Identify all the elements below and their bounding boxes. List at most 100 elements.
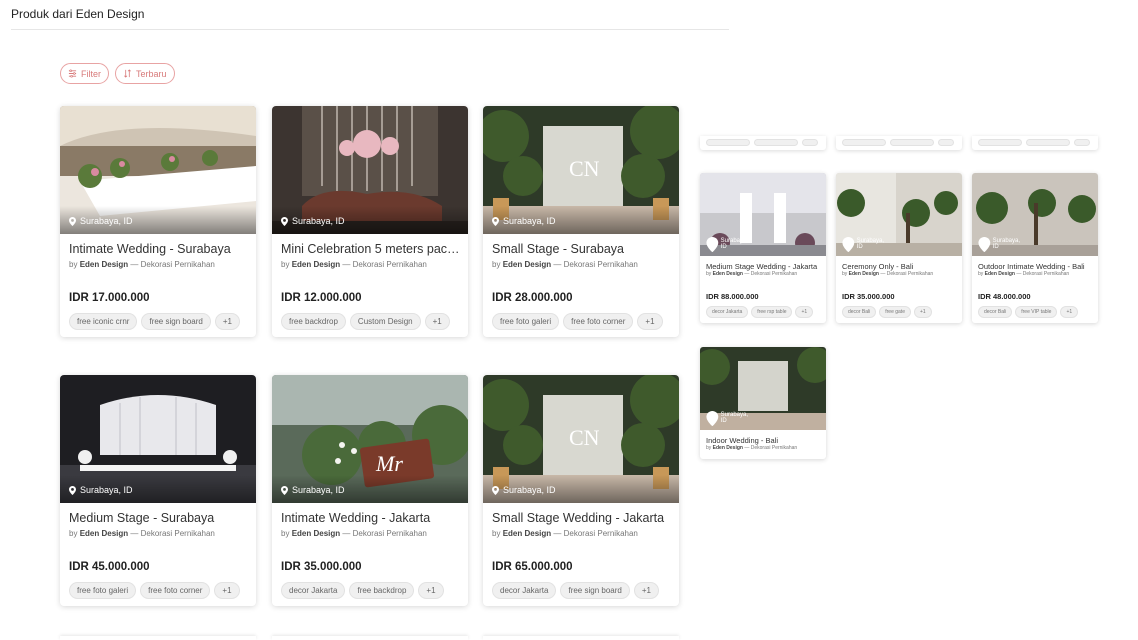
card-partial xyxy=(972,136,1098,150)
vendor-link[interactable]: Eden Design xyxy=(849,271,879,277)
separator: — xyxy=(744,445,750,451)
tag: free sign board xyxy=(560,582,630,599)
product-card[interactable]: Mr Surabaya, ID Intimate Wedding - Jakar… xyxy=(272,375,468,606)
product-location: Surabaya, ID xyxy=(281,485,345,495)
location-text: Surabaya, ID xyxy=(80,485,133,495)
product-card-small[interactable]: Surabaya, ID Outdoor Intimate Wedding - … xyxy=(972,173,1098,323)
tag: +1 xyxy=(1060,306,1079,318)
product-image[interactable]: Surabaya, ID xyxy=(700,347,826,430)
filter-label: Filter xyxy=(81,68,101,79)
product-image[interactable]: CN Surabaya, ID xyxy=(483,375,679,503)
tag: free VIP table xyxy=(1015,306,1058,318)
product-image[interactable]: Surabaya, ID xyxy=(700,173,826,256)
by-label: by xyxy=(492,529,501,538)
card-partial xyxy=(700,136,826,150)
product-title[interactable]: Indoor Wedding - Bali xyxy=(706,436,821,445)
separator: — xyxy=(1016,271,1022,277)
product-price: IDR 88.000.000 xyxy=(706,292,759,301)
by-label: by xyxy=(842,271,848,277)
tag: +1 xyxy=(424,313,450,330)
product-title[interactable]: Outdoor Intimate Wedding - Bali xyxy=(978,262,1093,271)
location-pin-icon xyxy=(69,216,76,226)
tag: free sign board xyxy=(141,313,211,330)
product-title[interactable]: Medium Stage - Surabaya xyxy=(69,511,248,525)
sort-label: Terbaru xyxy=(136,68,167,79)
product-card-small[interactable]: Surabaya, ID Medium Stage Wedding - Jaka… xyxy=(700,173,826,323)
product-image[interactable]: CN Surabaya, ID xyxy=(483,106,679,234)
vendor-link[interactable]: Eden Design xyxy=(503,260,551,269)
product-card-small[interactable]: Surabaya, ID Indoor Wedding - Bali by Ed… xyxy=(700,347,826,459)
location-text: Surabaya, ID xyxy=(292,216,345,226)
product-vendor-line: by Eden Design — Dekorasi Pernikahan xyxy=(842,271,933,277)
by-label: by xyxy=(281,260,290,269)
tag: +1 xyxy=(913,306,932,318)
product-card-small[interactable]: Surabaya, ID Ceremony Only - Bali by Ede… xyxy=(836,173,962,323)
product-title[interactable]: Intimate Wedding - Surabaya xyxy=(69,242,248,256)
product-title[interactable]: Mini Celebration 5 meters package - Sura… xyxy=(281,242,460,256)
product-vendor-line: by Eden Design — Dekorasi Pernikahan xyxy=(281,260,427,269)
by-label: by xyxy=(492,260,501,269)
product-image[interactable]: Surabaya, ID xyxy=(272,106,468,234)
product-price: IDR 35.000.000 xyxy=(281,561,362,573)
product-title[interactable]: Small Stage Wedding - Jakarta xyxy=(492,511,671,525)
tag: free gate xyxy=(879,306,911,318)
tag: free rsp table xyxy=(751,306,793,318)
product-image[interactable]: Surabaya, ID xyxy=(836,173,962,256)
tag-list: free foto galeri free foto corner +1 xyxy=(492,313,663,330)
product-vendor-line: by Eden Design — Dekorasi Pernikahan xyxy=(492,529,638,538)
tag: free foto galeri xyxy=(69,582,137,599)
vendor-link[interactable]: Eden Design xyxy=(713,271,743,277)
product-image[interactable]: Surabaya, ID xyxy=(972,173,1098,256)
by-label: by xyxy=(978,271,984,277)
location-pin-icon xyxy=(842,236,855,252)
vendor-link[interactable]: Eden Design xyxy=(503,529,551,538)
vendor-link[interactable]: Eden Design xyxy=(80,529,128,538)
tag: +1 xyxy=(633,582,659,599)
product-title[interactable]: Medium Stage Wedding - Jakarta xyxy=(706,262,821,271)
tag: +1 xyxy=(637,313,663,330)
card-partial xyxy=(836,136,962,150)
product-image[interactable]: Surabaya, ID xyxy=(60,106,256,234)
location-pin-icon xyxy=(69,485,76,495)
product-title[interactable]: Intimate Wedding - Jakarta xyxy=(281,511,460,525)
product-card[interactable]: Surabaya, ID Intimate Wedding - Surabaya… xyxy=(60,106,256,337)
by-label: by xyxy=(706,271,712,277)
location-pin-icon xyxy=(706,236,719,252)
vendor-link[interactable]: Eden Design xyxy=(713,445,743,451)
product-image[interactable]: Surabaya, ID xyxy=(60,375,256,503)
tag: free foto corner xyxy=(140,582,211,599)
by-label: by xyxy=(69,529,78,538)
product-title[interactable]: Ceremony Only - Bali xyxy=(842,262,957,271)
vendor-link[interactable]: Eden Design xyxy=(80,260,128,269)
location-pin-icon xyxy=(492,216,499,226)
vendor-link[interactable]: Eden Design xyxy=(985,271,1015,277)
svg-text:Mr: Mr xyxy=(375,451,403,476)
filter-button[interactable]: Filter xyxy=(60,63,109,84)
product-vendor-line: by Eden Design — Dekorasi Pernikahan xyxy=(706,445,797,451)
tag: free backdrop xyxy=(281,313,346,330)
vendor-link[interactable]: Eden Design xyxy=(292,260,340,269)
tag: Custom Design xyxy=(349,313,421,330)
product-card[interactable]: CN Surabaya, ID Small Stage - Surabaya b… xyxy=(483,106,679,337)
location-pin-icon xyxy=(281,485,288,495)
product-location: Surabaya, ID xyxy=(706,410,748,426)
tag: decor Jakarta xyxy=(281,582,346,599)
product-card[interactable]: CN Surabaya, ID Small Stage Wedding - Ja… xyxy=(483,375,679,606)
by-label: by xyxy=(281,529,290,538)
svg-text:CN: CN xyxy=(569,425,600,450)
product-card[interactable]: Surabaya, ID Medium Stage - Surabaya by … xyxy=(60,375,256,606)
category: Dekorasi Pernikahan xyxy=(140,529,215,538)
product-card[interactable]: Surabaya, ID Mini Celebration 5 meters p… xyxy=(272,106,468,337)
tag: +1 xyxy=(214,313,240,330)
product-image[interactable]: Mr Surabaya, ID xyxy=(272,375,468,503)
sort-icon xyxy=(124,69,131,78)
tag-list: decor Jakarta free sign board +1 xyxy=(492,582,659,599)
category: Dekorasi Pernikahan xyxy=(886,271,934,277)
vendor-link[interactable]: Eden Design xyxy=(292,529,340,538)
separator: — xyxy=(744,271,750,277)
tag-list: free iconic crnr free sign board +1 xyxy=(69,313,240,330)
product-title[interactable]: Small Stage - Surabaya xyxy=(492,242,671,256)
separator: — xyxy=(342,529,351,538)
sort-button[interactable]: Terbaru xyxy=(115,63,175,84)
product-price: IDR 45.000.000 xyxy=(69,561,150,573)
